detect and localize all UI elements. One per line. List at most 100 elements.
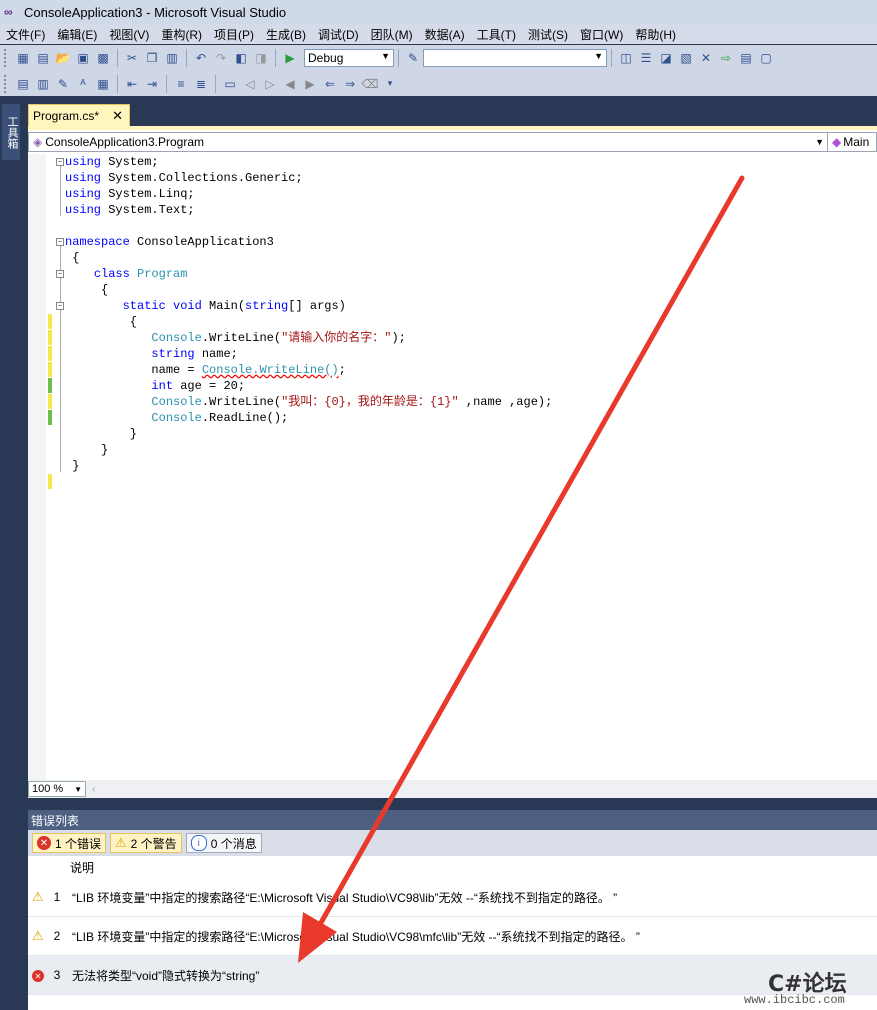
save-all-icon[interactable]: ▩: [95, 50, 111, 66]
uncomment-lines-icon[interactable]: ≣: [193, 76, 209, 92]
code-string: "我叫：{0}，我的年龄是：{1}": [281, 395, 459, 409]
row-description: “LIB 环境变量”中指定的搜索路径“E:\Microsoft Visual S…: [72, 929, 640, 944]
menu-debug[interactable]: 调试(D): [312, 26, 365, 43]
next-bookmark-icon[interactable]: ▷: [262, 76, 278, 92]
comment-lines-icon[interactable]: ≡: [173, 76, 189, 92]
output-window-icon[interactable]: ▤: [738, 50, 754, 66]
text-editor-toolbar: ▤ ▥ ✎ ᴬ ▦ ⇤ ⇥ ≡ ≣ ▭ ◁ ▷ ◀ ▶ ⇐ ⇒ ⌫ ▾: [0, 71, 877, 96]
error-list-title: 错误列表: [31, 813, 80, 828]
menu-window[interactable]: 窗口(W): [574, 26, 629, 43]
start-debugging-icon[interactable]: ▶: [282, 50, 298, 66]
undo-icon[interactable]: ↶: [193, 50, 209, 66]
redo-icon[interactable]: ↷: [213, 50, 229, 66]
menu-tools[interactable]: 工具(T): [471, 26, 522, 43]
toolbox-icon[interactable]: ▧: [678, 50, 694, 66]
description-column-header[interactable]: 说明: [28, 856, 877, 878]
messages-filter-button[interactable]: i 0 个消息: [185, 833, 262, 853]
change-marker-unsaved: [48, 346, 52, 361]
toggle-bookmark-icon[interactable]: ▭: [222, 76, 238, 92]
navigate-forward-icon[interactable]: ◨: [253, 50, 269, 66]
next-bookmark-in-document-icon[interactable]: ⇒: [342, 76, 358, 92]
code-line-rest: }: [65, 459, 80, 473]
menu-project[interactable]: 项目(P): [208, 26, 260, 43]
find-in-files-icon[interactable]: ✎: [405, 50, 421, 66]
menu-data[interactable]: 数据(A): [419, 26, 471, 43]
object-browser-icon[interactable]: ◪: [658, 50, 674, 66]
command-window-icon[interactable]: ▢: [758, 50, 774, 66]
error-squiggle[interactable]: Console.WriteLine(): [202, 363, 339, 377]
previous-bookmark-in-document-icon[interactable]: ⇐: [322, 76, 338, 92]
member-selector-dropdown[interactable]: ◆ Main: [828, 132, 877, 152]
save-icon[interactable]: ▣: [75, 50, 91, 66]
row-number: 2: [53, 929, 61, 943]
code-text[interactable]: using System; using System.Collections.G…: [65, 154, 552, 474]
outline-guide: [60, 246, 61, 472]
error-list-row[interactable]: ⚠ 2 “LIB 环境变量”中指定的搜索路径“E:\Microsoft Visu…: [28, 917, 877, 956]
paste-icon[interactable]: ▥: [164, 50, 180, 66]
increase-indent-icon[interactable]: ⇥: [144, 76, 160, 92]
new-project-icon[interactable]: ▦: [15, 50, 31, 66]
previous-bookmark-icon[interactable]: ◁: [242, 76, 258, 92]
complete-word-icon[interactable]: ᴬ: [75, 76, 91, 92]
extension-manager-icon[interactable]: ✕: [698, 50, 714, 66]
warnings-filter-button[interactable]: ⚠ 2 个警告: [110, 833, 182, 853]
cut-icon[interactable]: ✂: [124, 50, 140, 66]
solution-explorer-icon[interactable]: ◫: [618, 50, 634, 66]
solution-configuration-select[interactable]: Debug ▼: [304, 49, 394, 67]
find-combo[interactable]: ▼: [423, 49, 607, 67]
add-item-icon[interactable]: ▤: [35, 50, 51, 66]
code-keyword: using: [65, 203, 102, 217]
toolbar-grip[interactable]: [4, 49, 10, 67]
document-tab-program-cs[interactable]: Program.cs* ✕: [28, 104, 130, 126]
parameter-info-icon[interactable]: ▥: [35, 76, 51, 92]
code-keyword: class: [93, 267, 130, 281]
code-line: }: [65, 442, 552, 458]
next-bookmark-in-folder-icon[interactable]: ▶: [302, 76, 318, 92]
collapse-region-icon[interactable]: −: [56, 238, 64, 246]
collapse-region-icon[interactable]: −: [56, 270, 64, 278]
previous-bookmark-in-folder-icon[interactable]: ◀: [282, 76, 298, 92]
menu-team[interactable]: 团队(M): [365, 26, 419, 43]
toolbar-separator: [166, 74, 167, 93]
collapse-region-icon[interactable]: −: [56, 158, 64, 166]
close-icon[interactable]: ✕: [112, 108, 123, 124]
errors-filter-button[interactable]: ✕ 1 个错误: [32, 833, 107, 853]
properties-icon[interactable]: ☰: [638, 50, 654, 66]
navigate-backward-icon[interactable]: ◧: [233, 50, 249, 66]
toolbar-grip[interactable]: [4, 74, 10, 93]
collapse-region-icon[interactable]: −: [56, 302, 64, 310]
code-line: {: [65, 314, 552, 330]
toolbar-separator: [215, 74, 216, 93]
error-list-panel: 错误列表 ✕ 1 个错误 ⚠ 2 个警告 i 0 个消息 说明 ⚠ 1 “LIB…: [28, 810, 877, 1010]
copy-icon[interactable]: ❐: [144, 50, 160, 66]
error-list-row[interactable]: ⚠ 1 “LIB 环境变量”中指定的搜索路径“E:\Microsoft Visu…: [28, 878, 877, 917]
toolbox-tab[interactable]: 工具箱: [2, 104, 20, 160]
row-description: 无法将类型“void”隐式转换为“string”: [72, 968, 260, 983]
code-line-rest: }: [65, 443, 109, 457]
clear-bookmarks-icon[interactable]: ⌫: [362, 76, 379, 92]
menu-help[interactable]: 帮助(H): [629, 26, 682, 43]
menu-edit[interactable]: 编辑(E): [51, 26, 103, 43]
display-object-member-list-icon[interactable]: ▤: [15, 76, 31, 92]
zoom-select[interactable]: 100 % ▼: [28, 781, 86, 797]
code-type: Console: [151, 395, 202, 409]
code-editor[interactable]: − − − − using System; using System.Colle…: [28, 154, 877, 780]
toolbar-options-icon[interactable]: ▾: [382, 76, 398, 92]
menu-refactor[interactable]: 重构(R): [155, 26, 208, 43]
standard-toolbar: ▦ ▤ 📂 ▣ ▩ ✂ ❐ ▥ ↶ ↷ ◧ ◨ ▶ Debug ▼ ✎ ▼ ◫ …: [0, 45, 877, 71]
error-list-row[interactable]: ✕ 3 无法将类型“void”隐式转换为“string”: [28, 956, 877, 995]
quick-info-icon[interactable]: ✎: [55, 76, 71, 92]
decrease-indent-icon[interactable]: ⇤: [124, 76, 140, 92]
code-line-rest: );: [391, 331, 406, 345]
menu-build[interactable]: 生成(B): [260, 26, 312, 43]
scroll-left-icon[interactable]: ‹: [92, 784, 95, 795]
open-file-icon[interactable]: 📂: [55, 50, 71, 66]
display-word-completion-icon[interactable]: ▦: [95, 76, 111, 92]
error-icon: ✕: [37, 836, 51, 850]
menu-file[interactable]: 文件(F): [0, 26, 51, 43]
start-page-icon[interactable]: ⇨: [718, 50, 734, 66]
type-selector-dropdown[interactable]: ◈ ConsoleApplication3.Program ▼: [28, 132, 828, 152]
menu-test[interactable]: 测试(S): [522, 26, 574, 43]
menu-view[interactable]: 视图(V): [103, 26, 155, 43]
